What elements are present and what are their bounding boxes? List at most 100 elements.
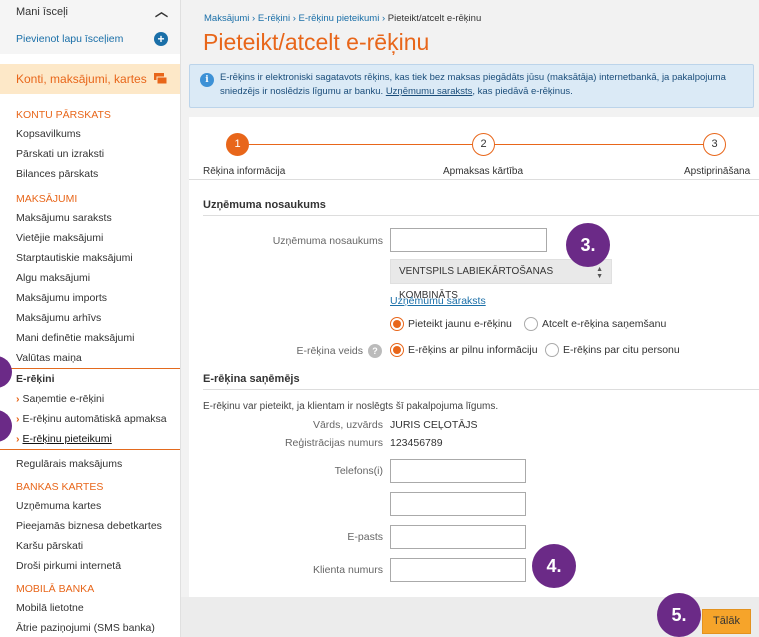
radio-full-info[interactable]: E-rēķins ar pilnu informāciju [390, 343, 538, 357]
breadcrumb-separator: › [381, 13, 386, 24]
info-suffix: , kas piedāvā e-rēķinus. [472, 86, 573, 97]
radio-selected-icon [390, 343, 404, 357]
my-shortcuts-toggle[interactable]: Mani īsceļi ︿ [0, 0, 180, 24]
section-accounts-payments-cards[interactable]: Konti, maksājumi, kartes [0, 64, 180, 94]
breadcrumb-separator: › [292, 13, 296, 24]
help-icon[interactable]: ? [368, 344, 382, 358]
company-name-label: Uzņēmuma nosaukums [272, 235, 383, 247]
sidebar-item-sms-bank[interactable]: Ātrie paziņojumi (SMS banka) [0, 618, 180, 637]
company-name-input[interactable] [390, 228, 547, 252]
callout-3: 3. [566, 223, 610, 267]
divider [203, 389, 759, 390]
radio-selected-icon [390, 317, 404, 331]
step-2-label: Apmaksas kārtība [443, 166, 524, 177]
callout-4: 4. [532, 544, 576, 588]
einvoice-type-label: E-rēķina veids [296, 345, 363, 357]
divider [203, 215, 759, 216]
sidebar-item-label: Saņemtie e-rēķini [22, 393, 105, 405]
chevron-right-icon: › [16, 413, 20, 425]
sidebar-item-salary-payments[interactable]: Algu maksājumi [0, 268, 180, 288]
group-account-review-title: KONTU PĀRSKATS [16, 109, 111, 121]
chevron-up-icon: ︿ [154, 4, 168, 19]
company-list-link[interactable]: Uzņēmumu saraksts [386, 86, 473, 97]
sidebar-item-regular-payment[interactable]: Regulārais maksājums [0, 454, 180, 474]
my-shortcuts-label: Mani īsceļi [16, 6, 68, 18]
radio-empty-icon [524, 317, 538, 331]
phone-input-2[interactable] [390, 492, 526, 516]
sidebar-item-label: E-rēķinu pieteikumi [22, 433, 112, 445]
step-1-label: Rēķina informācija [203, 166, 286, 177]
group-bank-cards-title: BANKAS KARTES [16, 481, 104, 493]
sidebar-item-international-payments[interactable]: Starptautiskie maksājumi [0, 248, 180, 268]
info-banner: i E-rēķins ir elektroniski sagatavots rē… [189, 64, 754, 108]
company-list-link-2[interactable]: Uzņēmumu saraksts [390, 295, 486, 307]
divider [189, 179, 759, 180]
phone-input-1[interactable] [390, 459, 526, 483]
breadcrumb-separator: › [252, 13, 256, 24]
breadcrumb: Maksājumi › E-rēķini › E-rēķinu pieteiku… [204, 13, 481, 24]
next-button[interactable]: Tālāk [702, 609, 751, 634]
sidebar-item-statements[interactable]: Pārskati un izraksti [0, 144, 180, 164]
breadcrumb-link-payments[interactable]: Maksājumi [204, 13, 249, 24]
sidebar-item-summary[interactable]: Kopsavilkums [0, 124, 180, 144]
step-1-indicator: 1 [226, 133, 249, 156]
cards-icon [154, 73, 168, 85]
sidebar-item-payment-archive[interactable]: Maksājumu arhīvs [0, 308, 180, 328]
radio-other-person[interactable]: E-rēķins par citu personu [545, 343, 680, 357]
page-title: Pieteikt/atcelt e-rēķinu [203, 29, 430, 55]
reg-number-label: Reģistrācijas numurs [284, 437, 383, 449]
recipient-section-title: E-rēķina saņēmējs [203, 373, 300, 385]
radio-label: Pieteikt jaunu e-rēķinu [408, 318, 512, 330]
sidebar-item-received-einvoices[interactable]: › Saņemtie e-rēķini [0, 389, 180, 409]
radio-cancel[interactable]: Atcelt e-rēķina saņemšanu [524, 317, 666, 331]
add-shortcut-button[interactable]: Pievienot lapu īsceļiem + [0, 24, 180, 54]
step-3-label: Apstiprināšana [684, 166, 751, 177]
sidebar-item-local-payments[interactable]: Vietējie maksājumi [0, 228, 180, 248]
sidebar-item-card-reports[interactable]: Karšu pārskati [0, 536, 180, 556]
info-icon: i [200, 73, 214, 87]
step-connector [249, 144, 475, 145]
add-shortcut-label: Pievienot lapu īsceļiem [16, 33, 124, 45]
main-content: Maksājumi › E-rēķini › E-rēķinu pieteiku… [181, 0, 759, 637]
recipient-note: E-rēķinu var pieteikt, ja klientam ir no… [203, 401, 499, 412]
radio-apply-new[interactable]: Pieteikt jaunu e-rēķinu [390, 317, 512, 331]
select-arrows-icon: ▲ ▼ [596, 266, 603, 280]
plus-icon: + [154, 32, 168, 46]
step-3-indicator: 3 [703, 133, 726, 156]
sidebar-item-secure-purchases[interactable]: Droši pirkumi internetā [0, 556, 180, 576]
client-number-input[interactable] [390, 558, 526, 582]
chevron-right-icon: › [16, 433, 20, 445]
sidebar-item-payment-list[interactable]: Maksājumu saraksts [0, 208, 180, 228]
radio-label: E-rēķins par citu personu [563, 344, 680, 356]
reg-number-value: 123456789 [390, 437, 443, 449]
recipient-name-value: JURIS CEĻOTĀJS [390, 419, 478, 431]
radio-empty-icon [545, 343, 559, 357]
sidebar-item-debit-cards[interactable]: Pieejamās biznesa debetkartes [0, 516, 180, 536]
sidebar-item-einvoices[interactable]: E-rēķini [0, 369, 180, 389]
group-payments-title: MAKSĀJUMI [16, 193, 78, 205]
step-connector [493, 144, 705, 145]
sidebar-item-defined-payments[interactable]: Mani definētie maksājumi [0, 328, 180, 348]
sidebar-item-label: E-rēķinu automātiskā apmaksa [22, 413, 167, 425]
step-2-indicator: 2 [472, 133, 495, 156]
sidebar-item-balance[interactable]: Bilances pārskats [0, 164, 180, 184]
sidebar-item-einvoice-autopay[interactable]: › E-rēķinu automātiskā apmaksa [0, 409, 180, 429]
section-label: Konti, maksājumi, kartes [16, 72, 147, 86]
chevron-right-icon: › [16, 393, 20, 405]
phone-label: Telefons(i) [334, 465, 383, 477]
sidebar-item-mobile-app[interactable]: Mobilā lietotne [0, 598, 180, 618]
radio-label: Atcelt e-rēķina saņemšanu [542, 318, 667, 330]
sidebar-item-company-cards[interactable]: Uzņēmuma kartes [0, 496, 180, 516]
breadcrumb-link-einvoices[interactable]: E-rēķini [258, 13, 290, 24]
email-label: E-pasts [347, 531, 383, 543]
sidebar-item-currency-exchange[interactable]: Valūtas maiņa [0, 348, 180, 368]
sidebar-item-payment-import[interactable]: Maksājumu imports [0, 288, 180, 308]
email-input[interactable] [390, 525, 526, 549]
radio-label: E-rēķins ar pilnu informāciju [408, 344, 538, 356]
sidebar: Mani īsceļi ︿ Pievienot lapu īsceļiem + … [0, 0, 181, 637]
client-number-label: Klienta numurs [312, 564, 383, 576]
divider [0, 449, 180, 450]
breadcrumb-link-applications[interactable]: E-rēķinu pieteikumi [299, 13, 380, 24]
recipient-name-label: Vārds, uzvārds [312, 419, 383, 431]
sidebar-item-einvoice-applications[interactable]: › E-rēķinu pieteikumi [0, 429, 180, 449]
